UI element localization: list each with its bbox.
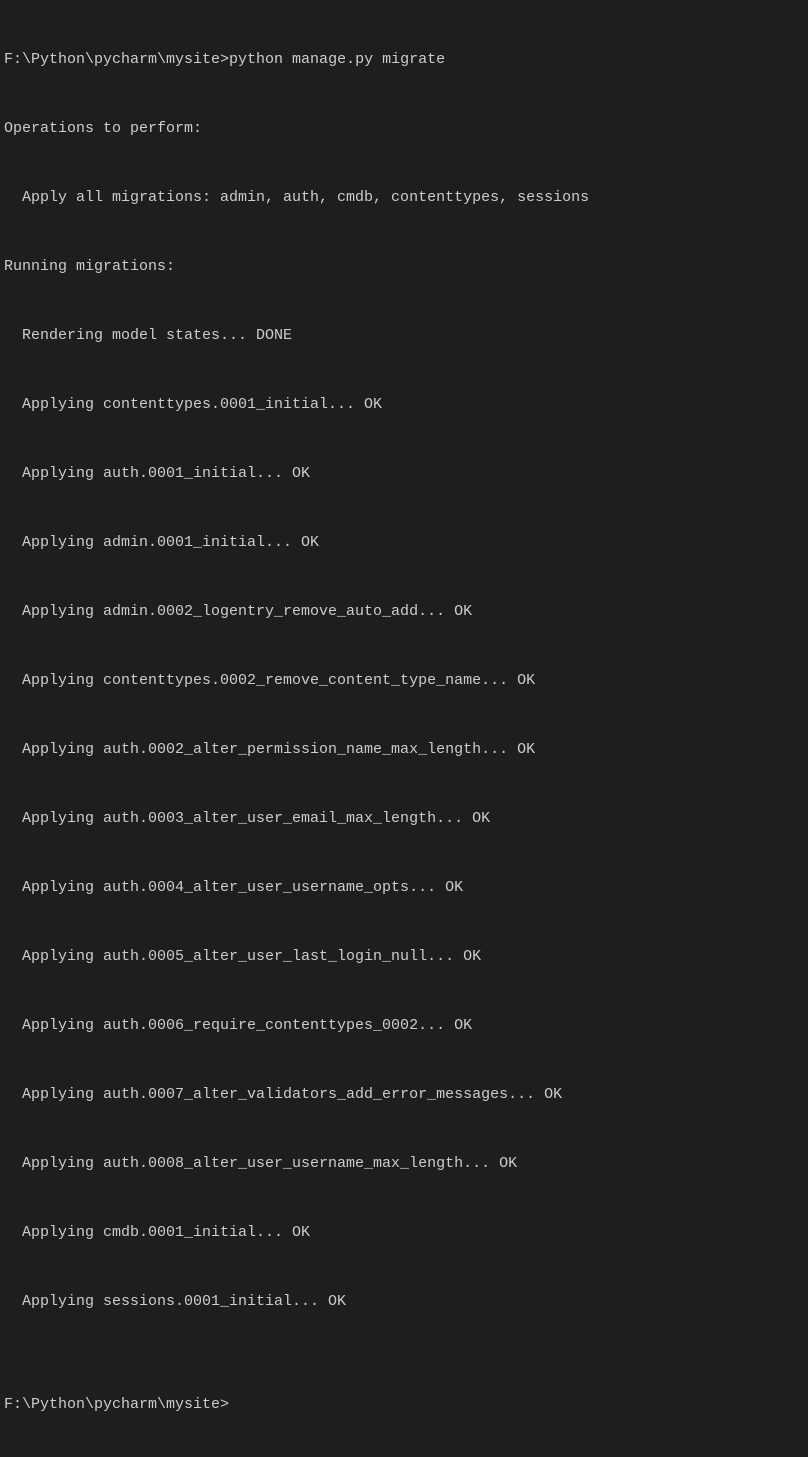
migration-line: Applying auth.0004_alter_user_username_o… — [4, 871, 804, 906]
rendering-states: Rendering model states... DONE — [4, 319, 804, 354]
operations-header: Operations to perform: — [4, 112, 804, 147]
migration-line: Applying auth.0001_initial... OK — [4, 457, 804, 492]
migration-line: Applying auth.0008_alter_user_username_m… — [4, 1147, 804, 1182]
running-migrations-header: Running migrations: — [4, 250, 804, 285]
command-prompt-line: F:\Python\pycharm\mysite>python manage.p… — [4, 43, 804, 78]
prompt-path: F:\Python\pycharm\mysite> — [4, 51, 229, 68]
command-text: python manage.py migrate — [229, 51, 445, 68]
migration-line: Applying admin.0002_logentry_remove_auto… — [4, 595, 804, 630]
migration-line: Applying sessions.0001_initial... OK — [4, 1285, 804, 1320]
migration-line: Applying auth.0003_alter_user_email_max_… — [4, 802, 804, 837]
migration-line: Applying auth.0007_alter_validators_add_… — [4, 1078, 804, 1113]
command-prompt-ready[interactable]: F:\Python\pycharm\mysite> — [4, 1388, 804, 1423]
migration-line: Applying cmdb.0001_initial... OK — [4, 1216, 804, 1251]
migration-line: Applying auth.0006_require_contenttypes_… — [4, 1009, 804, 1044]
terminal-output[interactable]: F:\Python\pycharm\mysite>python manage.p… — [4, 8, 804, 1457]
migration-line: Applying contenttypes.0002_remove_conten… — [4, 664, 804, 699]
migration-line: Applying admin.0001_initial... OK — [4, 526, 804, 561]
apply-all-migrations: Apply all migrations: admin, auth, cmdb,… — [4, 181, 804, 216]
migration-line: Applying contenttypes.0001_initial... OK — [4, 388, 804, 423]
prompt-path: F:\Python\pycharm\mysite> — [4, 1396, 229, 1413]
migration-line: Applying auth.0005_alter_user_last_login… — [4, 940, 804, 975]
migration-line: Applying auth.0002_alter_permission_name… — [4, 733, 804, 768]
